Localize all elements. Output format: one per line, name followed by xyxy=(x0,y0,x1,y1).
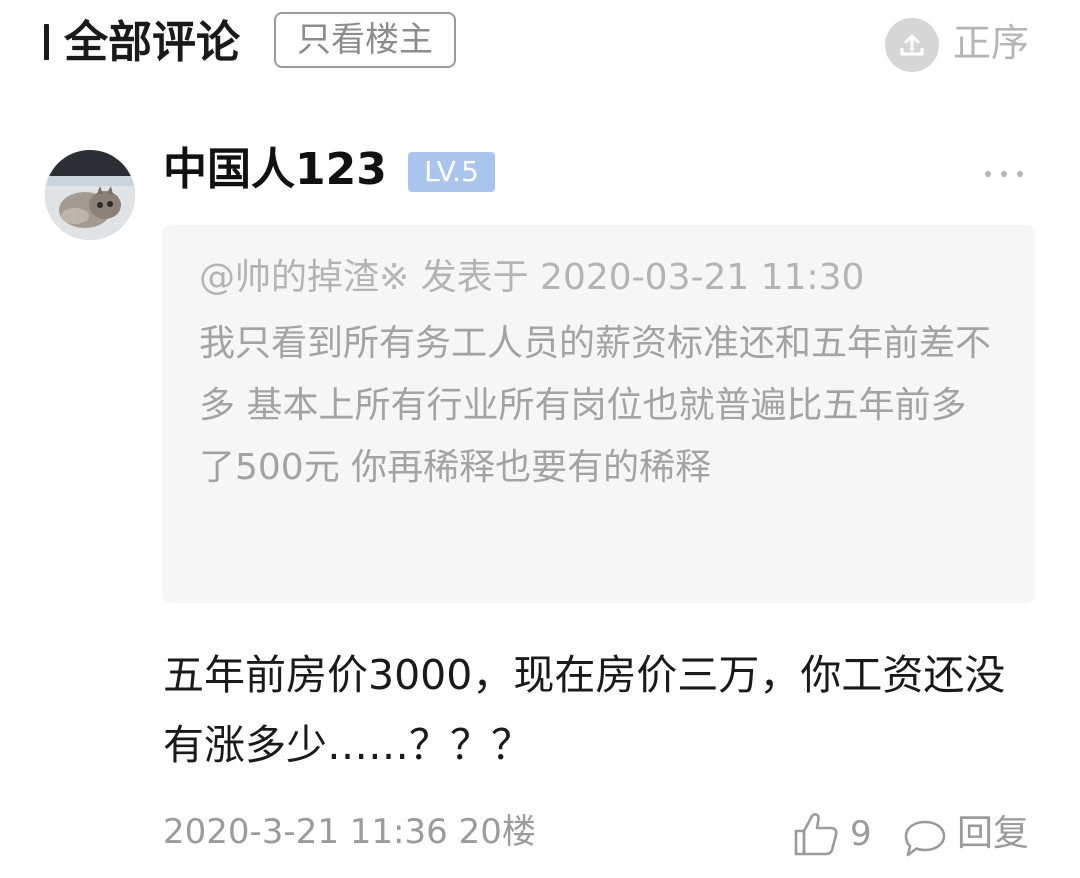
comment-meta: 2020-3-21 11:36 20楼 xyxy=(163,806,536,858)
reply-button[interactable] xyxy=(902,818,948,860)
comment-body: 五年前房价3000，现在房价三万，你工资还没有涨多少……？？？ xyxy=(163,651,1006,769)
cat-avatar-icon xyxy=(45,150,135,240)
quote-text: 我只看到所有务工人员的薪资标准还和五年前差不多 基本上所有行业所有岗位也就普遍比… xyxy=(199,323,992,488)
like-button[interactable] xyxy=(793,810,839,858)
sort-button[interactable] xyxy=(885,18,939,72)
sort-upload-icon xyxy=(900,34,924,56)
sort-label[interactable]: 正序 xyxy=(953,16,1029,70)
comments-page: 全部评论 只看楼主 正序 中国人123 LV.5 @帅的掉渣※ 发表于 2020… xyxy=(0,0,1080,878)
op-only-button[interactable]: 只看楼主 xyxy=(274,12,456,68)
level-badge: LV.5 xyxy=(408,152,495,192)
quote-meta: @帅的掉渣※ 发表于 2020-03-21 11:30 xyxy=(199,257,865,298)
thumbs-up-icon xyxy=(794,813,838,856)
section-title: 全部评论 xyxy=(64,17,240,68)
speech-bubble-icon xyxy=(904,820,946,857)
username[interactable]: 中国人123 xyxy=(163,138,387,202)
quoted-comment[interactable]: @帅的掉渣※ 发表于 2020-03-21 11:30 我只看到所有务工人员的薪… xyxy=(162,225,1035,603)
more-dots-icon xyxy=(985,171,1023,177)
reply-label[interactable]: 回复 xyxy=(957,808,1029,860)
section-marker xyxy=(44,24,49,60)
floor-number: 20楼 xyxy=(458,812,536,852)
more-options-button[interactable] xyxy=(980,162,1028,186)
like-count: 9 xyxy=(850,814,872,854)
comment-timestamp: 2020-3-21 11:36 xyxy=(163,812,448,852)
avatar[interactable] xyxy=(45,150,135,240)
